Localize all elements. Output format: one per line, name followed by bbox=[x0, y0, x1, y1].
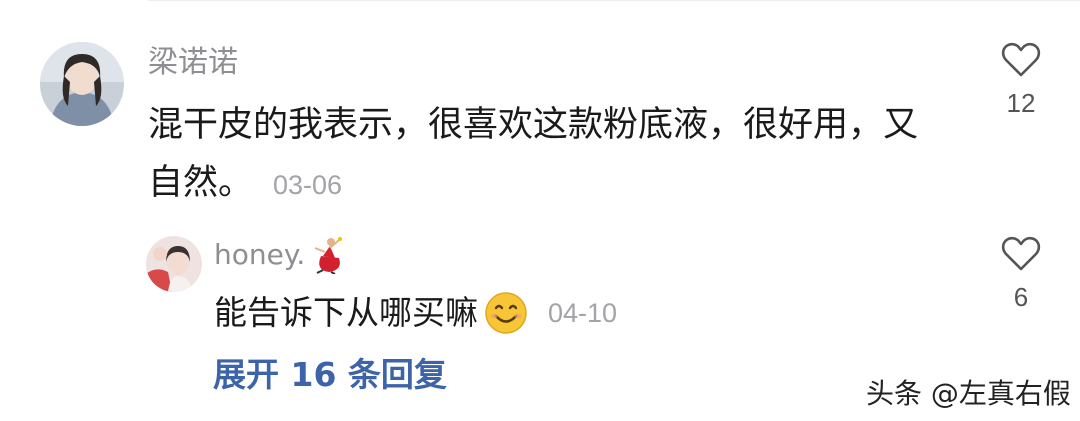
reply-date: 04-10 bbox=[548, 298, 618, 328]
expand-replies-link[interactable]: 展开 16 条回复 bbox=[213, 352, 447, 398]
reply-avatar[interactable] bbox=[146, 236, 202, 292]
comment-like-button[interactable]: 12 bbox=[986, 42, 1056, 118]
reply-text: 能告诉下从哪买嘛 bbox=[214, 293, 478, 332]
avatar-photo bbox=[40, 42, 124, 126]
comment-body: 混干皮的我表示，很喜欢这款粉底液，很好用，又自然。 03-06 bbox=[148, 96, 948, 214]
dancer-emoji-icon bbox=[314, 237, 343, 274]
heart-icon bbox=[1001, 236, 1041, 271]
watermark: 头条 @左真右假 bbox=[866, 377, 1071, 410]
comment-thread: 梁诺诺 混干皮的我表示，很喜欢这款粉底液，很好用，又自然。 03-06 12 ho… bbox=[0, 0, 1080, 421]
reply-like-button[interactable]: 6 bbox=[986, 236, 1056, 312]
reply-username-row[interactable]: honey. bbox=[214, 236, 347, 274]
avatar[interactable] bbox=[40, 42, 124, 126]
comment-text: 混干皮的我表示，很喜欢这款粉底液，很好用，又自然。 bbox=[148, 105, 919, 203]
reply-body: 能告诉下从哪买嘛 04-10 bbox=[214, 288, 617, 338]
reply-username: honey. bbox=[214, 238, 306, 271]
heart-icon bbox=[1001, 42, 1041, 77]
comment-username[interactable]: 梁诺诺 bbox=[148, 44, 238, 82]
comment-date: 03-06 bbox=[273, 170, 343, 200]
divider bbox=[148, 0, 1080, 1]
like-count: 12 bbox=[1006, 88, 1036, 118]
like-count: 6 bbox=[1013, 282, 1029, 312]
smiling-face-icon bbox=[485, 292, 527, 334]
avatar-photo bbox=[146, 236, 202, 292]
